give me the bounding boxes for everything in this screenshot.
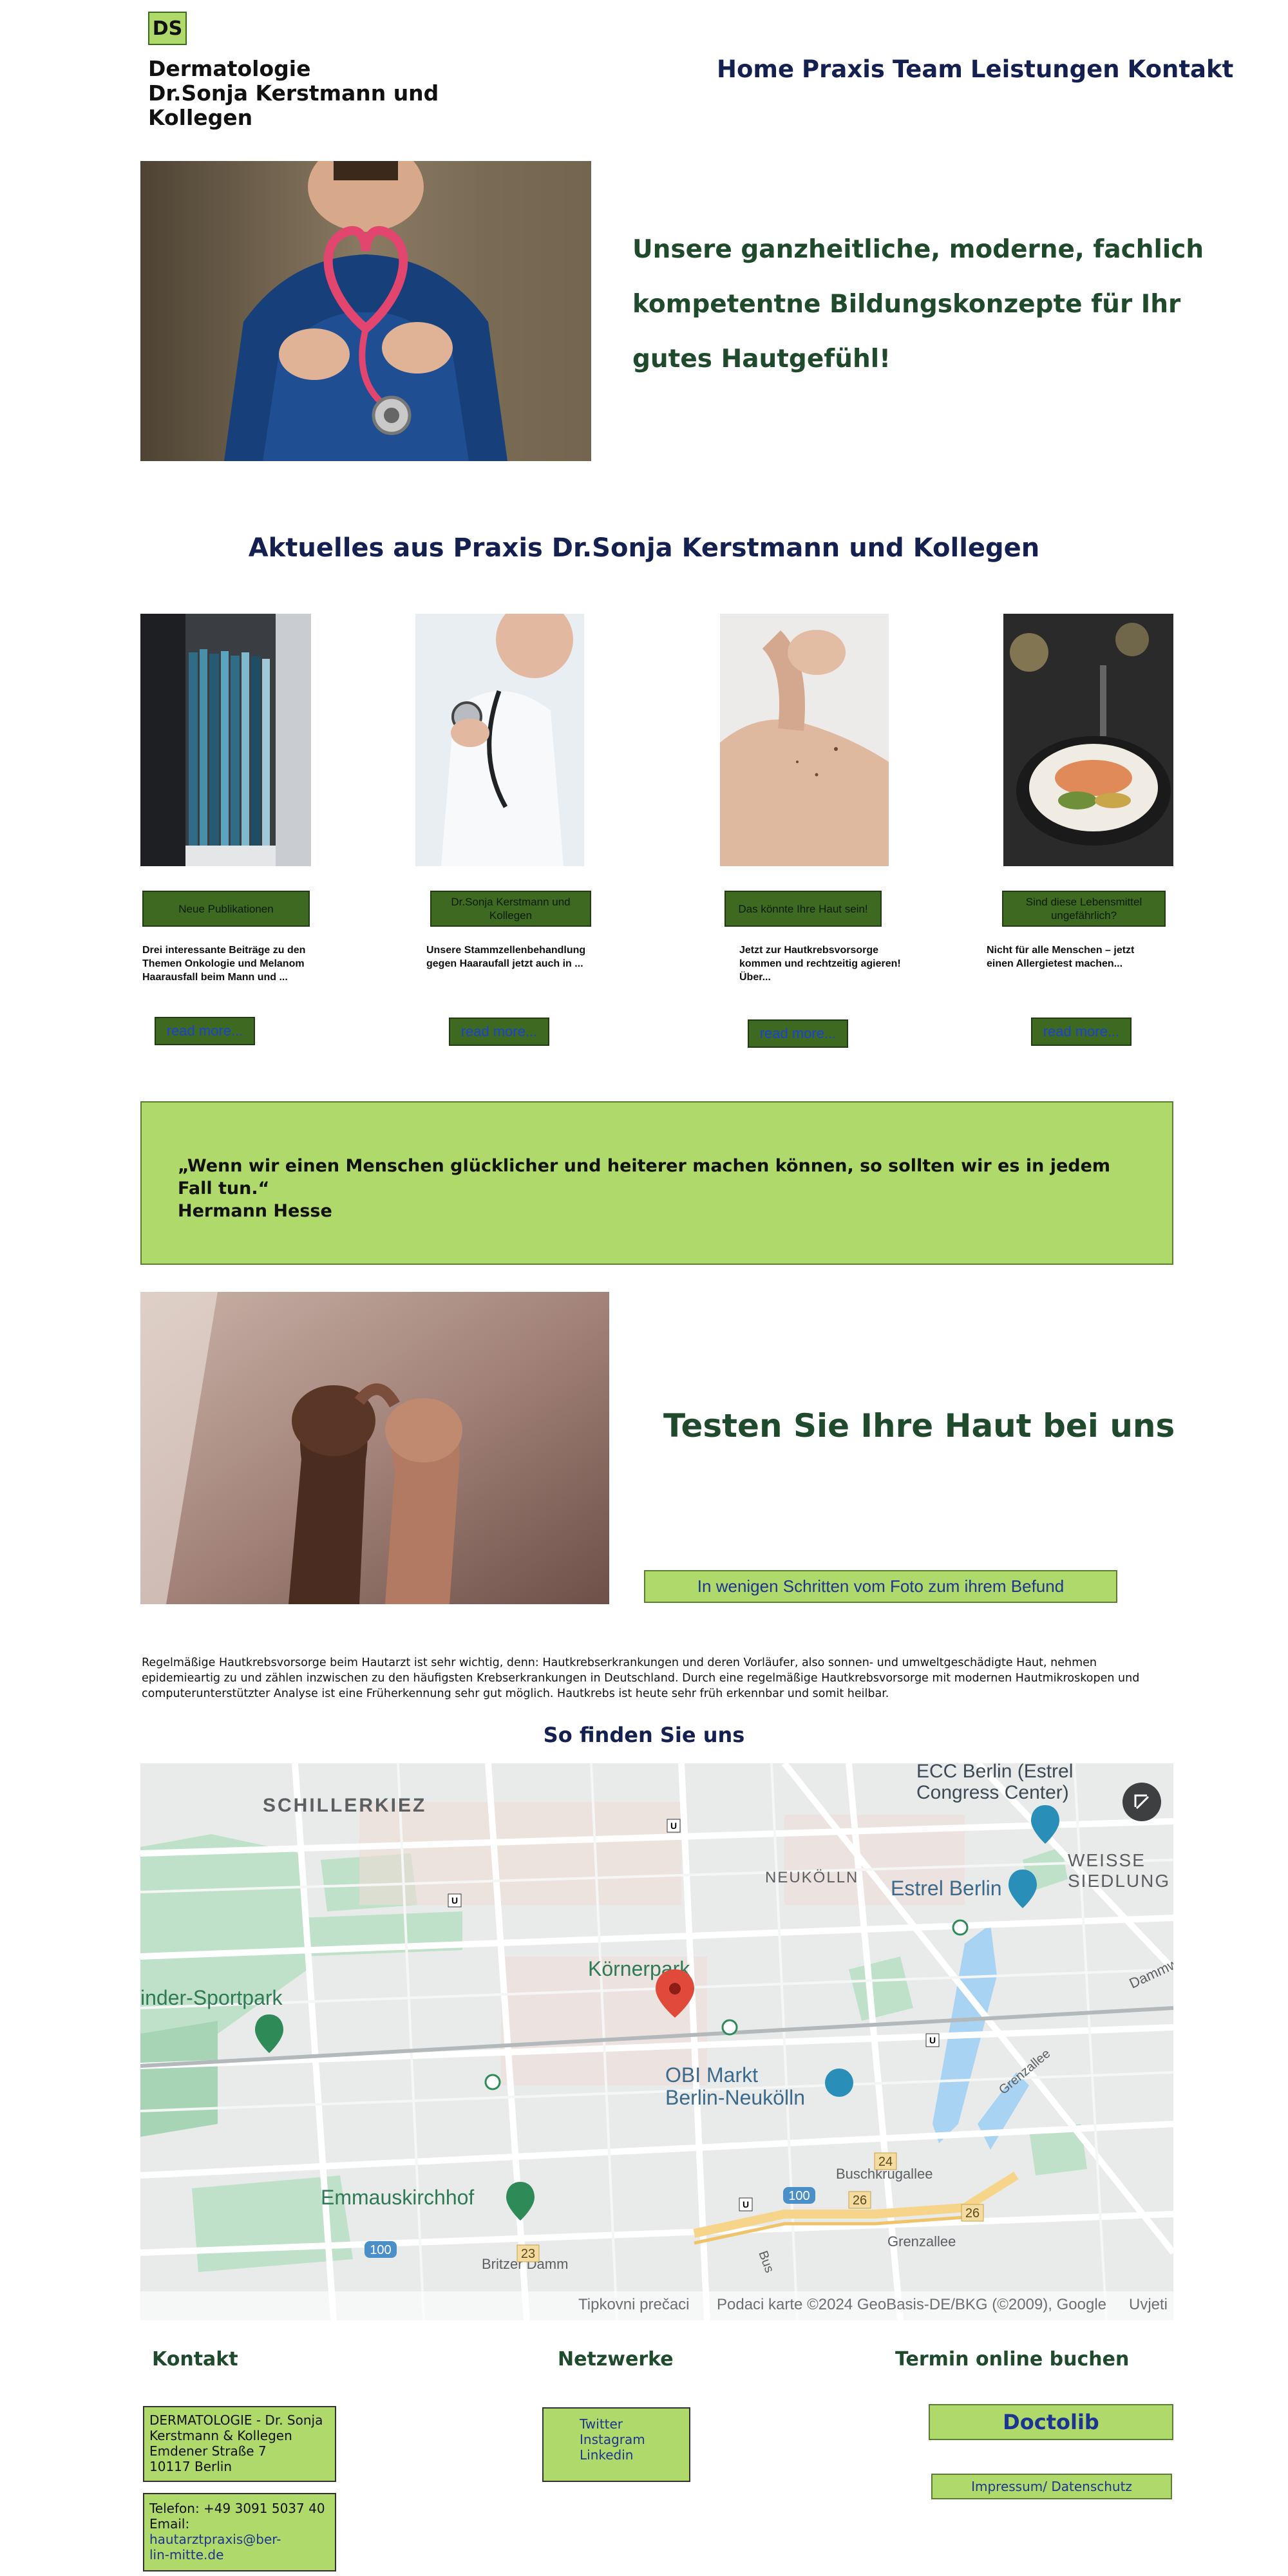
ubahn-marker: U	[451, 1895, 458, 1906]
nav-praxis[interactable]: Praxis	[802, 55, 885, 83]
nav-kontakt[interactable]: Kontakt	[1128, 55, 1234, 83]
quote-author: Hermann Hesse	[178, 1201, 332, 1221]
hero-line: gutes Hautgefühl!	[632, 345, 891, 374]
news-card-image-books[interactable]	[140, 614, 311, 866]
nav-home[interactable]: Home	[717, 55, 794, 83]
map-label-neukoelln: NEUKÖLLN	[765, 1869, 858, 1886]
news-tag-4: Sind diese Lebensmittel ungefährlich?	[1002, 891, 1166, 927]
skin-cancer-info: Regelmäßige Hautkrebsvorsorge beim Hauta…	[142, 1656, 1140, 1700]
news-text-4: Nicht für alle Menschen – jetzt einen Al…	[987, 945, 1135, 969]
map-title: So finden Sie uns	[543, 1723, 745, 1747]
bookshelf-illustration	[140, 614, 311, 866]
map-label-estrel-center-1: ECC Berlin (Estrel	[916, 1763, 1073, 1782]
map-label-weisse-2: SIEDLUNG	[1068, 1871, 1170, 1891]
news-text-2: Unsere Stammzellenbehandlung gegen Haara…	[426, 945, 586, 969]
address-box: DERMATOLOGIE - Dr. Sonja Kerstmann & Kol…	[143, 2406, 336, 2482]
map-label-weisse-1: WEISSE	[1068, 1850, 1146, 1870]
hands-image	[140, 1292, 609, 1604]
email-label: Email:	[149, 2516, 190, 2532]
pinky-promise-illustration	[140, 1292, 609, 1604]
map-attribution: Podaci karte ©2024 GeoBasis-DE/BKG (©200…	[717, 2296, 1106, 2313]
test-title: Testen Sie Ihre Haut bei uns	[663, 1407, 1175, 1444]
news-text-1: Drei interessante Beiträge zu den Themen…	[142, 945, 306, 983]
map-label-obi-2: Berlin-Neukölln	[665, 2086, 805, 2109]
footer-termin-title: Termin online buchen	[895, 2348, 1130, 2371]
news-tag-3: Das könnte Ihre Haut sein!	[724, 891, 882, 927]
quote-text: „Wenn wir einen Menschen glücklicher und…	[178, 1156, 1111, 1198]
read-more-button-1[interactable]: read more...	[155, 1017, 255, 1045]
nav-leistungen[interactable]: Leistungen	[971, 55, 1120, 83]
map-label-estrel-berlin: Estrel Berlin	[891, 1877, 1002, 1900]
impressum-link[interactable]: Impressum/ Datenschutz	[931, 2474, 1172, 2499]
news-card-image-food[interactable]	[1003, 614, 1173, 866]
news-card-image-skin[interactable]	[720, 614, 889, 866]
doctor-illustration	[415, 614, 584, 866]
quote: „Wenn wir einen Menschen glücklicher und…	[178, 1155, 1144, 1222]
news-title: Aktuelles aus Praxis Dr.Sonja Kerstmann …	[248, 533, 1040, 563]
email-link[interactable]: hautarztpraxis@ber- lin-mitte.de	[149, 2532, 330, 2562]
read-more-button-4[interactable]: read more...	[1031, 1018, 1132, 1046]
ubahn-marker: U	[670, 1821, 677, 1831]
route-label-26a: 26	[853, 2193, 867, 2208]
ubahn-marker: U	[929, 2035, 936, 2045]
read-more-button-3[interactable]: read more...	[748, 1019, 848, 1048]
map-shortcuts: Tipkovni prečaci	[578, 2296, 690, 2313]
news-text-3: Jetzt zur Hautkrebsvorsorge kommen und r…	[739, 945, 901, 983]
heart-stethoscope-illustration	[140, 161, 591, 461]
footer-netzwerke-title: Netzwerke	[558, 2348, 674, 2371]
skin-illustration	[720, 614, 889, 866]
hero-image	[140, 161, 591, 461]
route-label-24: 24	[878, 2155, 893, 2169]
map-label-estrel-center-2: Congress Center)	[916, 1782, 1069, 1803]
ubahn-marker: U	[743, 2199, 749, 2210]
location-map[interactable]: SCHILLERKIEZ NEUKÖLLN ECC Berlin (Estrel…	[140, 1763, 1173, 2320]
route-label-100a: 100	[788, 2189, 810, 2203]
photo-diagnosis-button[interactable]: In wenigen Schritten vom Foto zum ihrem …	[644, 1570, 1117, 1603]
news-tag-1: Neue Publikationen	[142, 891, 310, 927]
logo[interactable]: DS	[148, 12, 187, 45]
main-nav: Home Praxis Team Leistungen Kontakt	[717, 55, 1233, 83]
map-label-emmaus: Emmauskirchhof	[321, 2186, 474, 2209]
map-label-schillerkiez: SCHILLERKIEZ	[263, 1795, 426, 1816]
address-line: Kerstmann & Kollegen	[149, 2428, 292, 2443]
route-label-26b: 26	[965, 2206, 980, 2221]
logo-text: DS	[152, 17, 183, 40]
shop-pin-icon	[825, 2069, 853, 2097]
email-line: hautarztpraxis@ber-	[149, 2532, 281, 2547]
address-line: DERMATOLOGIE - Dr. Sonja	[149, 2412, 323, 2428]
hero-headline: Unsere ganzheitliche, moderne, fachlich …	[632, 222, 1212, 386]
route-label-23: 23	[521, 2247, 535, 2261]
read-more-button-2[interactable]: read more...	[449, 1018, 549, 1046]
map-terms: Uvjeti	[1129, 2296, 1168, 2313]
linkedin-link[interactable]: Linkedin	[580, 2447, 684, 2463]
news-tag-2: Dr.Sonja Kerstmann und Kollegen	[430, 891, 591, 927]
route-label-100b: 100	[370, 2243, 391, 2257]
nav-team[interactable]: Team	[893, 55, 963, 83]
networks-box: Twitter Instagram Linkedin	[542, 2407, 690, 2482]
food-illustration	[1003, 614, 1173, 866]
brand-line: Kollegen	[148, 105, 253, 130]
address-line: 10117 Berlin	[149, 2459, 232, 2474]
address-line: Emdener Straße 7	[149, 2443, 267, 2459]
hero-line: Unsere ganzheitliche, moderne, fachlich	[632, 235, 1204, 264]
hero-line: kompetentne Bildungskonzepte für Ihr	[632, 290, 1181, 319]
map-canvas: SCHILLERKIEZ NEUKÖLLN ECC Berlin (Estrel…	[140, 1763, 1173, 2320]
brand-line: Dr.Sonja Kerstmann und	[148, 80, 439, 106]
phone[interactable]: Telefon: +49 3091 5037 40	[149, 2501, 330, 2516]
map-label-sportpark: inder-Sportpark	[140, 1986, 283, 2009]
instagram-link[interactable]: Instagram	[580, 2432, 684, 2447]
map-label-obi-1: OBI Markt	[665, 2063, 758, 2087]
contact-box: Telefon: +49 3091 5037 40 Email: hautarz…	[143, 2493, 336, 2571]
footer-kontakt-title: Kontakt	[152, 2348, 238, 2371]
brand-line: Dermatologie	[148, 56, 311, 81]
brand-name: Dermatologie Dr.Sonja Kerstmann und Koll…	[148, 57, 444, 130]
email-line: lin-mitte.de	[149, 2547, 224, 2562]
doctolib-button[interactable]: Doctolib	[929, 2404, 1173, 2440]
twitter-link[interactable]: Twitter	[580, 2416, 684, 2432]
news-card-image-doctor[interactable]	[415, 614, 584, 866]
map-label-grenzallee: Grenzallee	[887, 2233, 956, 2249]
